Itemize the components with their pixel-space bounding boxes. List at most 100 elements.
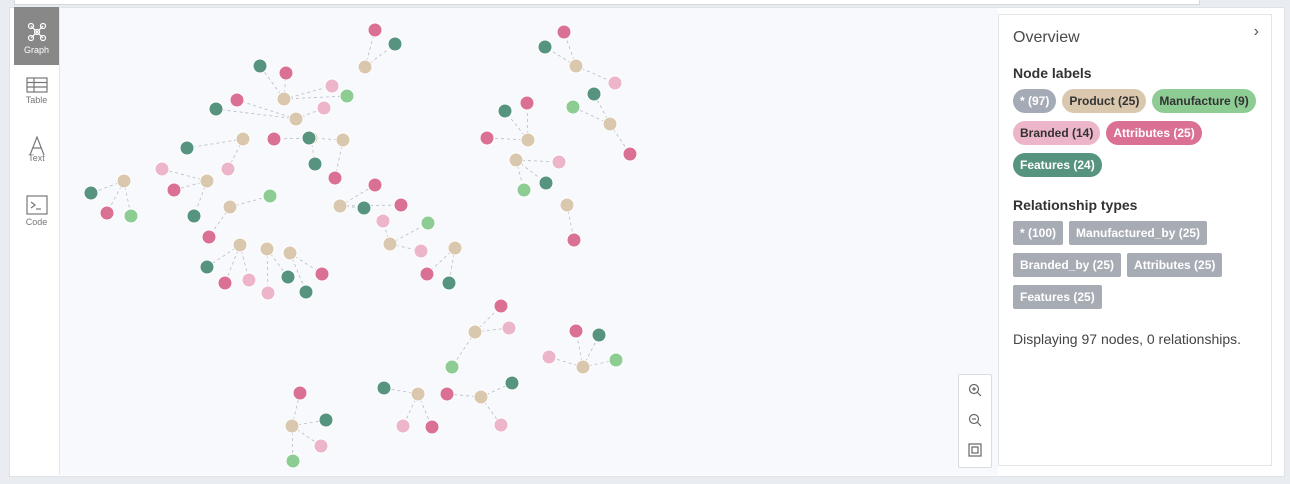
branded-node[interactable]	[260, 285, 276, 301]
features-node[interactable]	[301, 130, 317, 146]
manufacture-node[interactable]	[420, 215, 436, 231]
manufacture-node[interactable]	[608, 352, 624, 368]
product-node[interactable]	[335, 132, 351, 148]
product-node[interactable]	[357, 59, 373, 75]
features-node[interactable]	[376, 380, 392, 396]
branded-node[interactable]	[313, 438, 329, 454]
branded-node[interactable]	[316, 100, 332, 116]
relationship-type-chip[interactable]: Features (25)	[1013, 285, 1102, 309]
collapse-panel-button[interactable]: ›	[1254, 23, 1259, 41]
node-label-chip[interactable]: Features (24)	[1013, 153, 1102, 177]
attributes-node[interactable]	[166, 182, 182, 198]
features-node[interactable]	[497, 103, 513, 119]
manufacture-node[interactable]	[285, 453, 301, 469]
attributes-node[interactable]	[367, 22, 383, 38]
query-bar[interactable]	[14, 0, 1200, 5]
graph-visualization[interactable]	[60, 8, 998, 475]
attributes-node[interactable]	[367, 177, 383, 193]
relationship-type-chip[interactable]: Branded_by (25)	[1013, 253, 1122, 277]
product-node[interactable]	[276, 91, 292, 107]
product-node[interactable]	[259, 241, 275, 257]
product-node[interactable]	[568, 58, 584, 74]
relationship-type-chip[interactable]: * (100)	[1013, 221, 1064, 245]
branded-node[interactable]	[154, 161, 170, 177]
sidebar-item-text[interactable]: Text	[14, 135, 59, 193]
sidebar-item-graph[interactable]: Graph	[14, 7, 59, 65]
relationship-type-chip[interactable]: Attributes (25)	[1127, 253, 1223, 277]
node-label-chip[interactable]: Attributes (25)	[1106, 121, 1202, 145]
branded-node[interactable]	[501, 320, 517, 336]
attributes-node[interactable]	[201, 229, 217, 245]
sidebar-item-table[interactable]: Table	[14, 77, 59, 135]
features-node[interactable]	[318, 412, 334, 428]
attributes-node[interactable]	[519, 95, 535, 111]
branded-node[interactable]	[413, 243, 429, 259]
fit-view-button[interactable]	[959, 435, 991, 465]
product-node[interactable]	[382, 236, 398, 252]
product-node[interactable]	[235, 131, 251, 147]
attributes-node[interactable]	[439, 386, 455, 402]
branded-node[interactable]	[324, 78, 340, 94]
branded-node[interactable]	[493, 417, 509, 433]
product-node[interactable]	[508, 152, 524, 168]
product-node[interactable]	[575, 359, 591, 375]
branded-node[interactable]	[375, 213, 391, 229]
features-node[interactable]	[252, 58, 268, 74]
product-node[interactable]	[282, 245, 298, 261]
features-node[interactable]	[199, 259, 215, 275]
branded-node[interactable]	[607, 75, 623, 91]
node-label-chip[interactable]: Product (25)	[1062, 89, 1147, 113]
product-node[interactable]	[284, 418, 300, 434]
product-node[interactable]	[232, 237, 248, 253]
features-node[interactable]	[307, 156, 323, 172]
features-node[interactable]	[504, 375, 520, 391]
product-node[interactable]	[332, 198, 348, 214]
node-label-chip[interactable]: Manufacture (9)	[1152, 89, 1256, 113]
attributes-node[interactable]	[493, 298, 509, 314]
features-node[interactable]	[186, 208, 202, 224]
attributes-node[interactable]	[479, 130, 495, 146]
manufacture-node[interactable]	[339, 88, 355, 104]
features-node[interactable]	[356, 200, 372, 216]
features-node[interactable]	[441, 275, 457, 291]
attributes-node[interactable]	[278, 65, 294, 81]
branded-node[interactable]	[551, 154, 567, 170]
attributes-node[interactable]	[266, 131, 282, 147]
product-node[interactable]	[467, 324, 483, 340]
manufacture-node[interactable]	[516, 182, 532, 198]
branded-node[interactable]	[395, 418, 411, 434]
product-node[interactable]	[199, 173, 215, 189]
features-node[interactable]	[586, 86, 602, 102]
attributes-node[interactable]	[622, 146, 638, 162]
manufacture-node[interactable]	[565, 99, 581, 115]
product-node[interactable]	[520, 132, 536, 148]
features-node[interactable]	[387, 36, 403, 52]
product-node[interactable]	[473, 389, 489, 405]
features-node[interactable]	[280, 269, 296, 285]
features-node[interactable]	[83, 185, 99, 201]
attributes-node[interactable]	[568, 323, 584, 339]
product-node[interactable]	[447, 240, 463, 256]
attributes-node[interactable]	[393, 197, 409, 213]
product-node[interactable]	[288, 111, 304, 127]
branded-node[interactable]	[220, 161, 236, 177]
attributes-node[interactable]	[292, 385, 308, 401]
features-node[interactable]	[537, 39, 553, 55]
features-node[interactable]	[538, 175, 554, 191]
attributes-node[interactable]	[424, 419, 440, 435]
sidebar-item-code[interactable]: Code	[14, 195, 59, 253]
features-node[interactable]	[591, 327, 607, 343]
zoom-out-button[interactable]	[959, 405, 991, 435]
node-label-chip[interactable]: Branded (14)	[1013, 121, 1101, 145]
product-node[interactable]	[116, 173, 132, 189]
branded-node[interactable]	[541, 349, 557, 365]
node-label-chip[interactable]: * (97)	[1013, 89, 1057, 113]
manufacture-node[interactable]	[444, 359, 460, 375]
attributes-node[interactable]	[314, 266, 330, 282]
graph-canvas[interactable]	[60, 8, 998, 475]
attributes-node[interactable]	[217, 275, 233, 291]
features-node[interactable]	[179, 140, 195, 156]
product-node[interactable]	[602, 116, 618, 132]
relationship-type-chip[interactable]: Manufactured_by (25)	[1069, 221, 1208, 245]
features-node[interactable]	[208, 101, 224, 117]
